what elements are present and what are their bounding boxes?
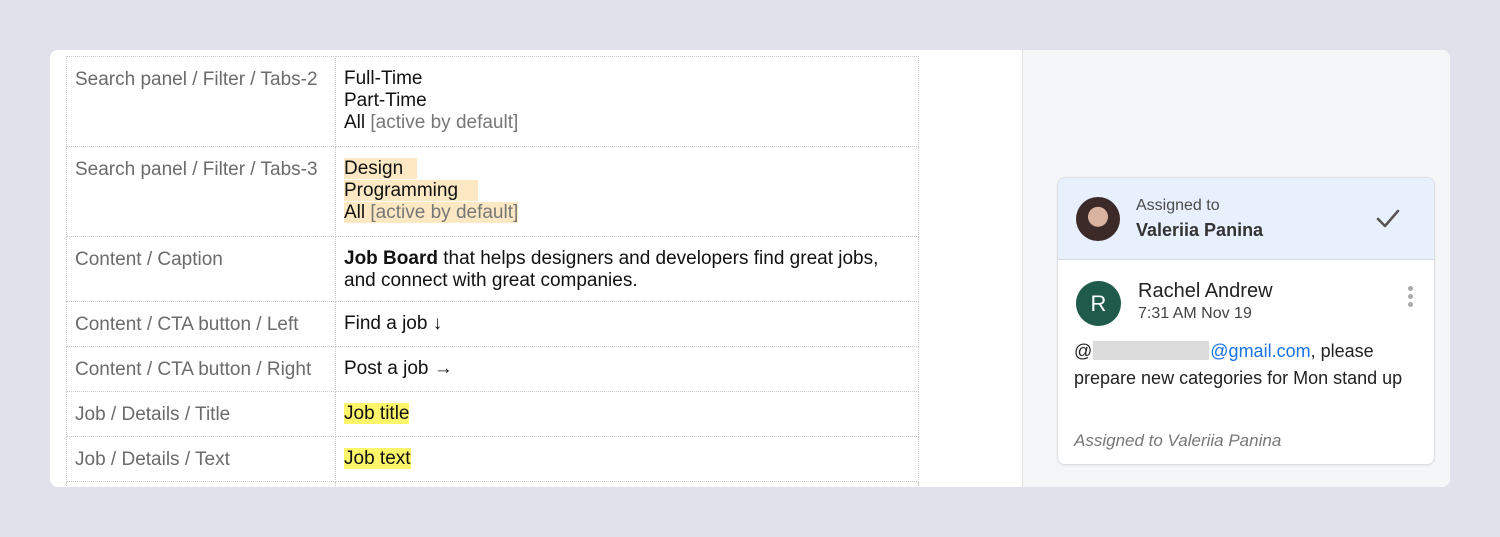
value-line: Part-Time xyxy=(344,90,427,111)
row-key: Content / CTA button / Right xyxy=(66,346,336,392)
row-value: Find a job ↓ xyxy=(335,301,919,347)
row-value: Full-Time Part-Time All [active by defau… xyxy=(335,56,919,147)
assignment-note: Assigned to Valeriia Panina xyxy=(1074,431,1282,450)
table-row: Job / Details / Text Job text xyxy=(66,436,919,482)
table-row: Content / Caption Job Board that helps d… xyxy=(66,236,919,302)
assignee-name: Valeriia Panina xyxy=(1136,220,1264,240)
row-key: Search panel / Filter / Tabs-3 xyxy=(66,146,336,237)
redacted-email xyxy=(1093,341,1210,360)
document-area: Search panel / Filter / Tabs-2 Full-Time… xyxy=(50,50,1022,487)
table-row: Search panel / Filter / Tabs-3 Design Pr… xyxy=(66,146,919,237)
value-line: All [active by default] xyxy=(344,202,519,223)
caption-bold: Job Board xyxy=(344,248,438,269)
value-line: Design xyxy=(344,158,911,180)
table-row xyxy=(66,481,919,487)
assigned-label: Assigned to xyxy=(1136,197,1220,214)
default-note: [active by default] xyxy=(365,112,519,133)
assignee-avatar xyxy=(1076,197,1120,241)
default-note: [active by default] xyxy=(365,202,519,223)
table-row: Search panel / Filter / Tabs-2 Full-Time… xyxy=(66,56,919,147)
app-window: Search panel / Filter / Tabs-2 Full-Time… xyxy=(50,50,1450,487)
resolve-button[interactable] xyxy=(1374,204,1402,232)
check-icon xyxy=(1376,209,1400,228)
content-table: Search panel / Filter / Tabs-2 Full-Time… xyxy=(66,56,919,487)
email-mention[interactable]: @gmail.com xyxy=(1210,341,1310,361)
row-value: Job Board that helps designers and devel… xyxy=(335,236,919,302)
value-line: Programming xyxy=(344,180,911,202)
assignment-header: Assigned to Valeriia Panina xyxy=(1058,178,1434,260)
row-value: Job title xyxy=(335,391,919,437)
row-key: Search panel / Filter / Tabs-2 xyxy=(66,56,336,147)
table-row: Content / CTA button / Right Post a job … xyxy=(66,346,919,392)
author-name: Rachel Andrew xyxy=(1138,280,1273,302)
value-line: Full-Time xyxy=(344,68,423,89)
author-avatar: R xyxy=(1076,281,1121,326)
row-key: Content / Caption xyxy=(66,236,336,302)
comment-card[interactable]: Assigned to Valeriia Panina R Rachel And… xyxy=(1057,177,1435,465)
row-key: Content / CTA button / Left xyxy=(66,301,336,347)
row-value: Job text xyxy=(335,436,919,482)
comments-panel: Assigned to Valeriia Panina R Rachel And… xyxy=(1022,50,1450,487)
value-line: All [active by default] xyxy=(344,112,519,133)
row-value: Post a job → xyxy=(335,346,919,392)
table-row: Job / Details / Title Job title xyxy=(66,391,919,437)
more-vert-icon[interactable] xyxy=(1406,286,1414,310)
row-value: Design Programming All [active by defaul… xyxy=(335,146,919,237)
comment-time: 7:31 AM Nov 19 xyxy=(1138,305,1252,322)
table-row: Content / CTA button / Left Find a job ↓ xyxy=(66,301,919,347)
row-key: Job / Details / Text xyxy=(66,436,336,482)
row-key: Job / Details / Title xyxy=(66,391,336,437)
comment-body: @ @gmail.com, please prepare new categori… xyxy=(1074,341,1403,388)
